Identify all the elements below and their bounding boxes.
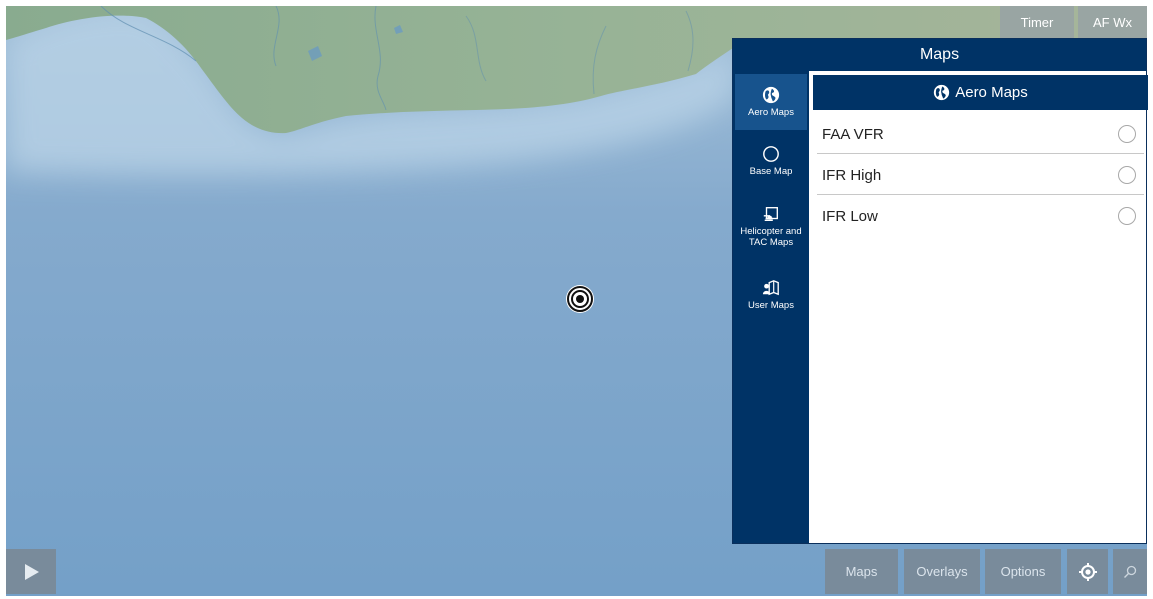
search-icon [1124, 565, 1137, 578]
sidebar-item-label: User Maps [748, 300, 794, 311]
search-button[interactable] [1113, 549, 1147, 594]
map-option-label: IFR Low [822, 207, 878, 225]
radio-button[interactable] [1118, 166, 1136, 184]
map-option-ifr-high[interactable]: IFR High [809, 155, 1144, 195]
options-button[interactable]: Options [985, 549, 1061, 594]
af-wx-button[interactable]: AF Wx [1078, 6, 1147, 38]
aero-maps-content: Aero Maps FAA VFR IFR High IFR Low [809, 71, 1148, 543]
sidebar-item-base-map[interactable]: Base Map [735, 145, 807, 185]
location-target-icon [1078, 562, 1097, 581]
map-option-faa-vfr[interactable]: FAA VFR [809, 114, 1144, 154]
position-marker-icon[interactable] [566, 285, 594, 313]
content-header-label: Aero Maps [955, 84, 1028, 101]
maps-panel-title: Maps [919, 46, 960, 63]
radio-button[interactable] [1118, 207, 1136, 225]
radio-button[interactable] [1118, 125, 1136, 143]
circle-icon [763, 146, 779, 162]
sidebar-item-label: Base Map [749, 166, 793, 177]
globe-icon [934, 84, 950, 101]
sidebar-item-aero-maps[interactable]: Aero Maps [735, 74, 807, 130]
globe-icon [762, 86, 780, 104]
user-map-icon [762, 280, 779, 296]
helicopter-map-icon [763, 207, 778, 222]
play-icon [25, 563, 39, 580]
sidebar-item-label: Aero Maps [748, 107, 794, 118]
maps-panel: Maps Aero Maps Base Map Helicopter and T… [732, 38, 1148, 544]
sidebar-item-label: Helicopter and TAC Maps [740, 226, 802, 248]
map-option-label: IFR High [822, 166, 882, 184]
play-button[interactable] [6, 549, 56, 594]
sidebar-item-helicopter-tac-maps[interactable]: Helicopter and TAC Maps [735, 205, 807, 259]
map-option-ifr-low[interactable]: IFR Low [809, 196, 1144, 236]
overlays-button[interactable]: Overlays [904, 549, 980, 594]
center-location-button[interactable] [1067, 549, 1108, 594]
timer-button[interactable]: Timer [1000, 6, 1074, 38]
content-header: Aero Maps [813, 75, 1148, 110]
sidebar-item-user-maps[interactable]: User Maps [735, 279, 807, 319]
maps-button[interactable]: Maps [825, 549, 898, 594]
map-option-label: FAA VFR [822, 125, 884, 143]
